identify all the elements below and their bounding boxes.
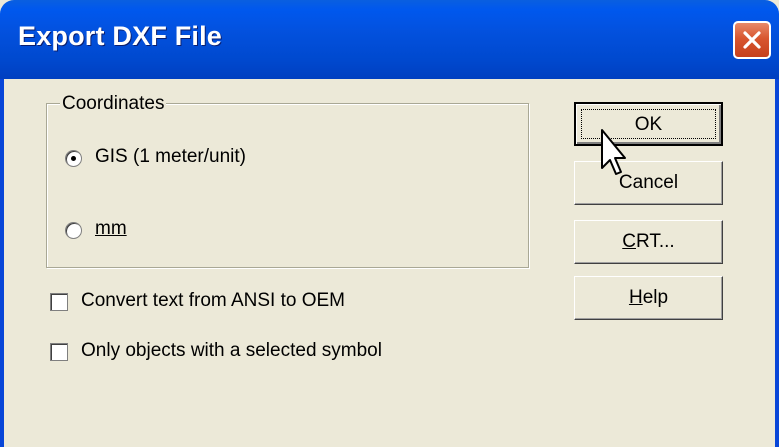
mouse-pointer-icon [601, 129, 626, 175]
window-frame-left [0, 79, 4, 447]
gis-radio[interactable] [65, 150, 82, 167]
crt-button[interactable]: CRT... [574, 220, 723, 264]
title-bar[interactable]: Export DXF File [0, 0, 779, 79]
mm-radio-label[interactable]: mm [95, 218, 127, 240]
radio-selected-dot [71, 156, 76, 161]
ok-button[interactable]: OK [574, 102, 723, 146]
cancel-button[interactable]: Cancel [574, 161, 723, 205]
only-selected-symbol-label[interactable]: Only objects with a selected symbol [81, 340, 382, 362]
window-frame-right [775, 79, 779, 447]
close-button[interactable] [733, 21, 771, 59]
help-button-label: Help [629, 287, 668, 308]
window-title: Export DXF File [18, 21, 223, 51]
only-selected-symbol-checkbox[interactable] [50, 343, 68, 361]
convert-ansi-oem-checkbox[interactable] [50, 293, 68, 311]
help-button[interactable]: Help [574, 276, 723, 320]
coordinates-group-label: Coordinates [60, 93, 167, 115]
crt-button-label: CRT... [622, 231, 674, 252]
cancel-button-label: Cancel [618, 172, 679, 193]
close-icon [743, 31, 761, 49]
help-label-rest: elp [642, 287, 669, 308]
mm-radio[interactable] [65, 222, 82, 239]
coordinates-groupbox [46, 103, 529, 268]
help-mnemonic: H [628, 287, 643, 308]
crt-label-rest: RT... [636, 231, 675, 252]
crt-mnemonic: C [622, 231, 636, 252]
gis-radio-label[interactable]: GIS (1 meter/unit) [95, 146, 246, 168]
convert-ansi-oem-label[interactable]: Convert text from ANSI to OEM [81, 290, 345, 312]
